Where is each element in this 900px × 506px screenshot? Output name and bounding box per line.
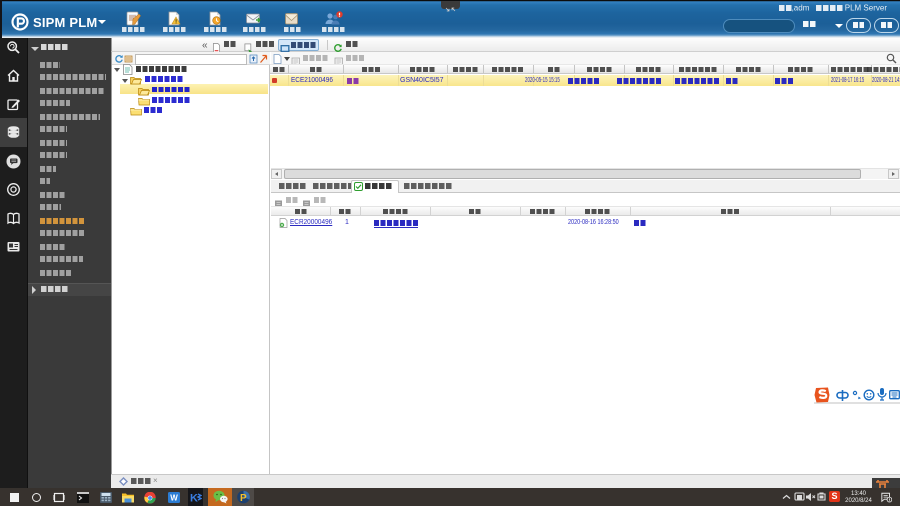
svg-text:P: P [240,493,247,504]
svg-text:K: K [190,493,198,504]
svg-text:W: W [170,494,178,503]
